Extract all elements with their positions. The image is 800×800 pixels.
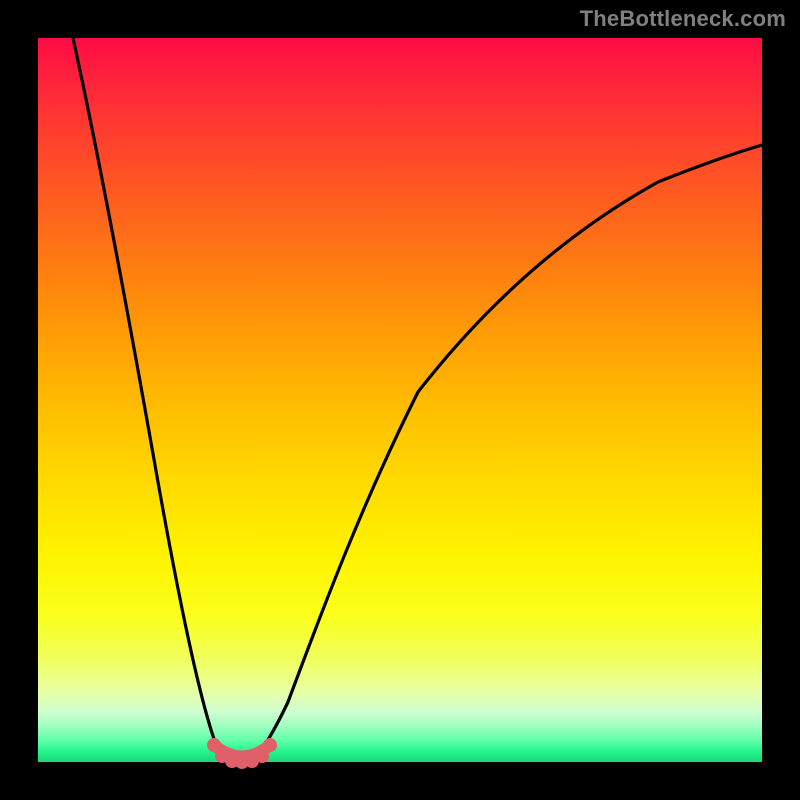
curve-left (73, 38, 238, 762)
curve-right (248, 145, 762, 762)
marker-cluster (208, 739, 277, 769)
chart-container: TheBottleneck.com (0, 0, 800, 800)
chart-svg (38, 38, 762, 762)
watermark-text: TheBottleneck.com (580, 6, 786, 32)
